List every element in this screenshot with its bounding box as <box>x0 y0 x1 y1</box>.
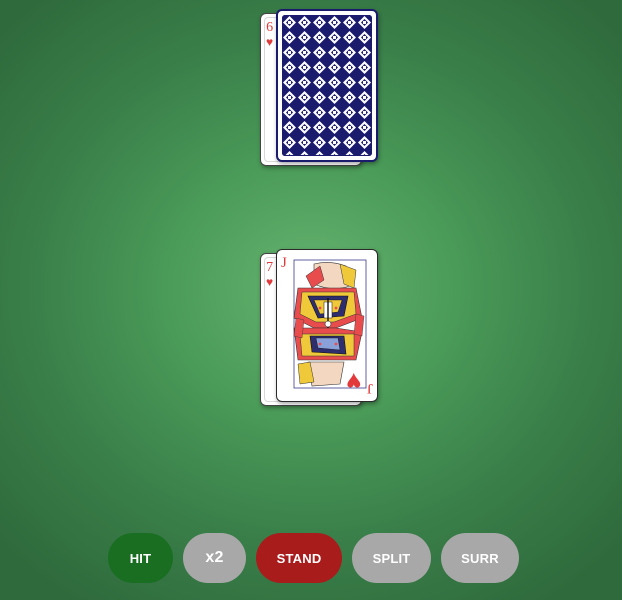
double-button[interactable]: x2 <box>183 533 246 583</box>
heart-icon: ♥ <box>266 275 274 289</box>
hit-button[interactable]: HIT <box>108 533 173 583</box>
player-hand: 7 ♥ J ♥ J <box>258 249 388 409</box>
card-rank: J <box>367 380 373 396</box>
blackjack-table: 6 ♥ 7 ♥ J ♥ J HIT x2 STAND SPLIT SURR <box>0 0 622 600</box>
player-card-1-corner: 7 ♥ <box>266 260 274 289</box>
stand-button[interactable]: STAND <box>256 533 342 583</box>
dealer-card-2-facedown <box>276 9 378 162</box>
card-back-pattern-icon <box>282 15 372 156</box>
split-button[interactable]: SPLIT <box>352 533 431 583</box>
action-bar: HIT x2 STAND SPLIT SURR <box>0 533 622 583</box>
heart-icon: ♥ <box>266 35 274 49</box>
dealer-hand: 6 ♥ <box>258 9 388 169</box>
player-card-2-corner-bottom: J <box>367 380 373 396</box>
surrender-button[interactable]: SURR <box>441 533 519 583</box>
player-card-2-jack: J ♥ J <box>276 249 378 402</box>
dealer-card-1-corner: 6 ♥ <box>266 20 274 49</box>
heart-icon: ♥ <box>345 367 361 397</box>
card-rank: 6 <box>266 20 274 35</box>
card-rank: 7 <box>266 260 274 275</box>
